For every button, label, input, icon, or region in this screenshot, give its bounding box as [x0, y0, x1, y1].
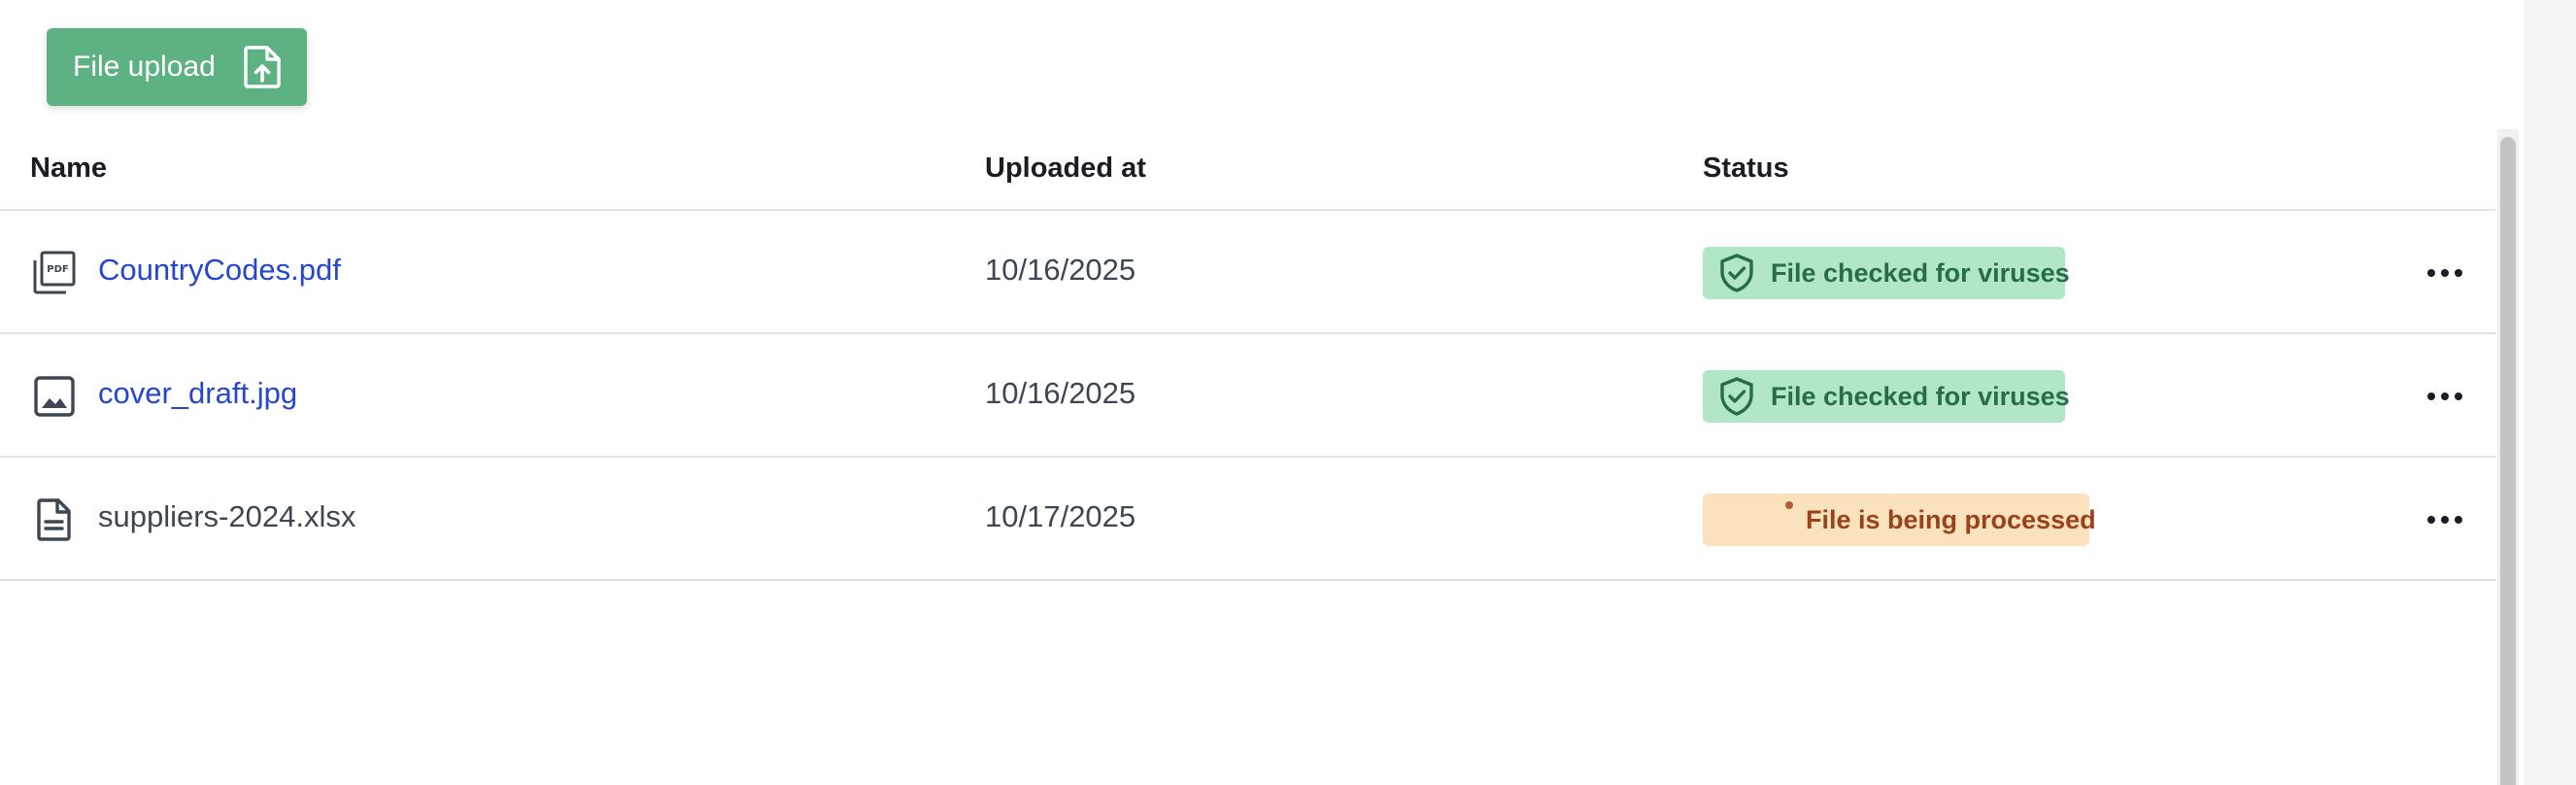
file-name: suppliers-2024.xlsx: [98, 499, 356, 533]
status-text: File is being processed: [1806, 505, 2096, 534]
scrollbar-thumb[interactable]: [2500, 137, 2516, 785]
status-badge: File is being processed: [1703, 494, 2096, 546]
page-right-gutter: [2525, 0, 2576, 785]
table-scrollbar[interactable]: [2497, 129, 2519, 785]
file-upload-button[interactable]: File upload: [47, 28, 307, 106]
column-header-status[interactable]: Status: [1703, 153, 1789, 185]
status-text: File checked for viruses: [1771, 258, 2070, 288]
shield-check-icon: [1720, 254, 1753, 292]
status-badge: File checked for viruses: [1703, 247, 2070, 299]
column-header-name[interactable]: Name: [30, 153, 107, 185]
image-file-icon: [34, 376, 75, 417]
spinner-icon: [1785, 501, 1793, 509]
files-table: Name Uploaded at Status PDF CountryCodes…: [0, 129, 2496, 785]
document-file-icon: [37, 498, 71, 541]
uploaded-at-date: 10/17/2025: [985, 499, 1136, 533]
status-badge: File checked for viruses: [1703, 370, 2070, 423]
file-name-link[interactable]: cover_draft.jpg: [98, 376, 297, 411]
table-row: PDF CountryCodes.pdf 10/16/2025 File che…: [0, 211, 2496, 334]
file-upload-icon: [244, 46, 281, 88]
file-name-link[interactable]: CountryCodes.pdf: [98, 253, 341, 288]
table-header: Name Uploaded at Status: [0, 129, 2496, 211]
more-options-icon[interactable]: [2422, 506, 2468, 533]
column-header-uploaded-at[interactable]: Uploaded at: [985, 153, 1146, 185]
pdf-file-icon: PDF: [33, 251, 76, 294]
file-manager-page: File upload Name Uploaded at Status PDF …: [0, 0, 2576, 785]
uploaded-at-date: 10/16/2025: [985, 253, 1136, 287]
table-row: suppliers-2024.xlsx 10/17/2025 File is b…: [0, 458, 2496, 581]
file-upload-label: File upload: [73, 51, 216, 83]
status-text: File checked for viruses: [1771, 382, 2070, 411]
table-row: cover_draft.jpg 10/16/2025 File checked …: [0, 334, 2496, 458]
more-options-icon[interactable]: [2422, 259, 2468, 287]
uploaded-at-date: 10/16/2025: [985, 376, 1136, 410]
more-options-icon[interactable]: [2422, 383, 2468, 410]
svg-text:PDF: PDF: [47, 264, 68, 275]
shield-check-icon: [1720, 377, 1753, 416]
